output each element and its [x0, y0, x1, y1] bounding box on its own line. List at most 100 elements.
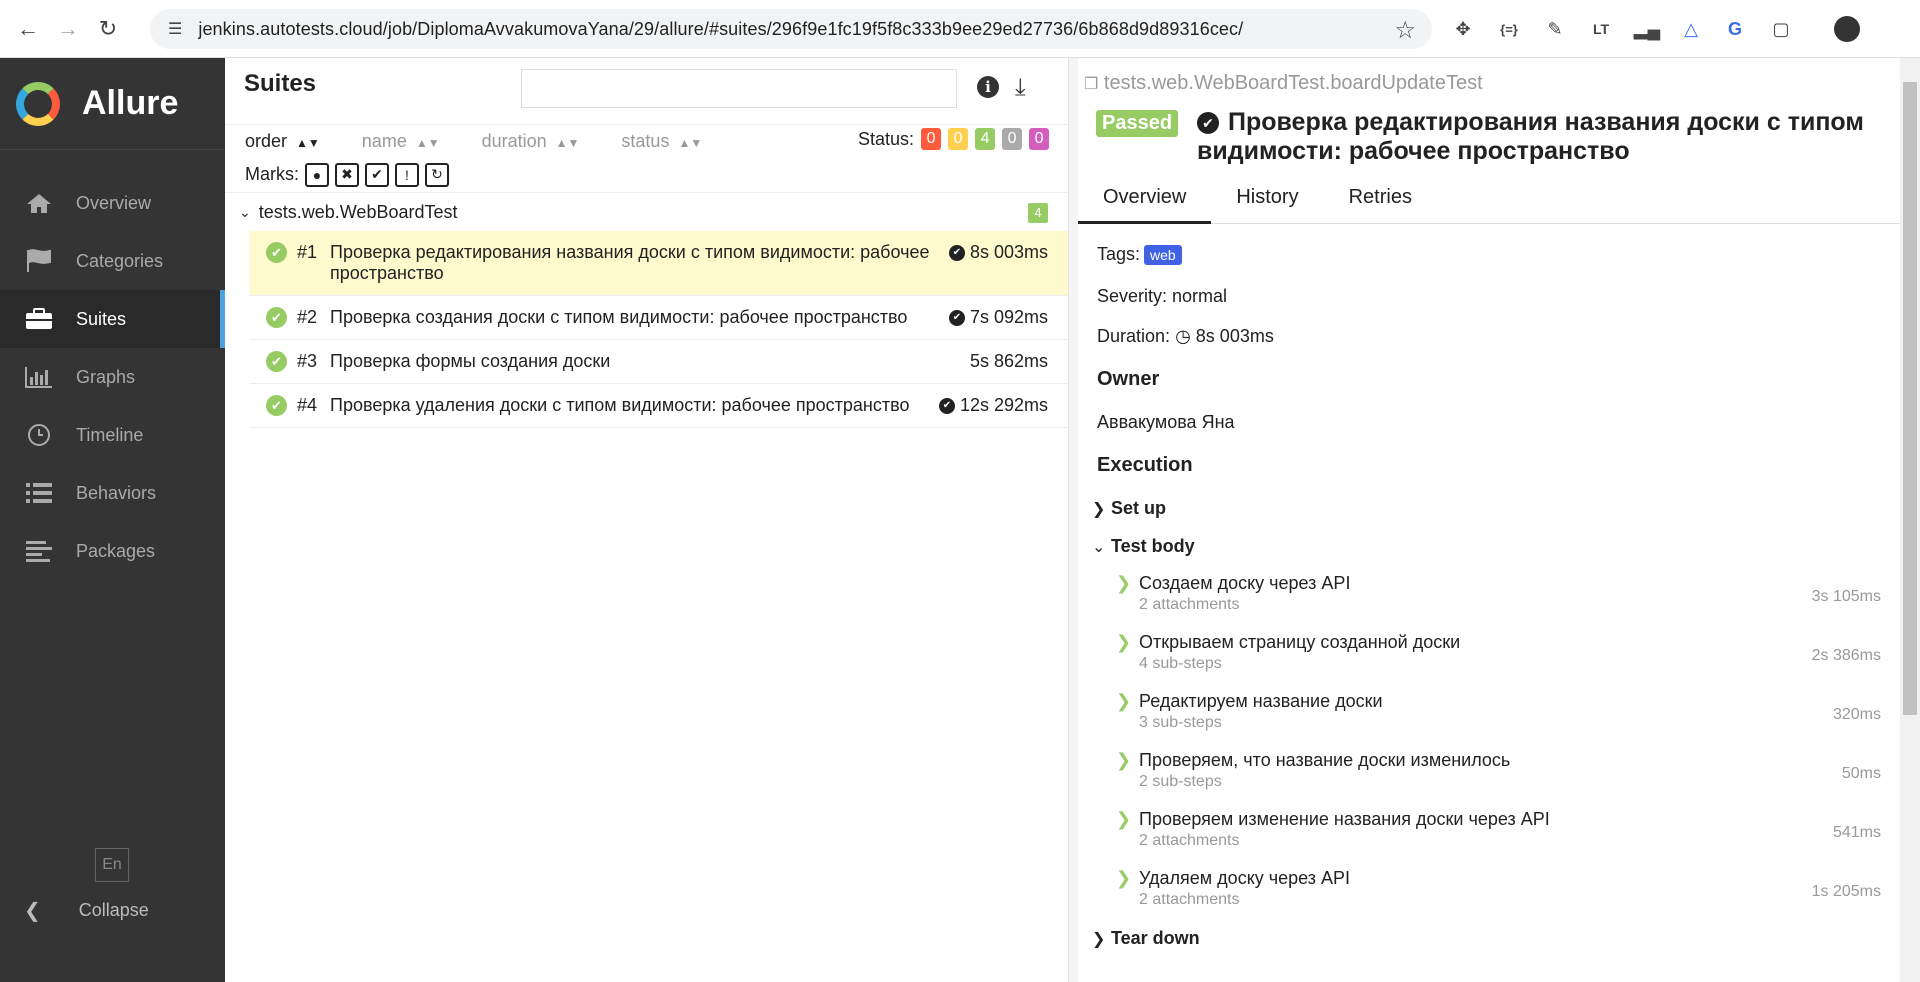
new-passed-icon[interactable]: ✔	[365, 162, 389, 187]
pane-resize-handle[interactable]	[1068, 58, 1078, 982]
url-text[interactable]: jenkins.autotests.cloud/job/DiplomaAvvak…	[198, 19, 1243, 40]
test-number: #2	[297, 307, 318, 327]
test-name: Проверка удаления доски с типом видимост…	[330, 395, 910, 415]
forward-button[interactable]: →	[48, 9, 88, 49]
test-full-name-text: tests.web.WebBoardTest.boardUpdateTest	[1103, 72, 1483, 94]
chevron-right-icon: ❯	[1092, 930, 1106, 948]
teardown-section[interactable]: ❯ Tear down	[1092, 928, 1200, 949]
setup-section[interactable]: ❯ Set up	[1092, 498, 1166, 519]
passed-status-icon: ✔	[266, 351, 287, 372]
suites-header: Suites i ⤓	[225, 58, 1068, 124]
sidebar-item-behaviors[interactable]: Behaviors	[0, 464, 225, 522]
step-name: Проверяем, что название доски изменилось	[1139, 750, 1511, 770]
copy-icon[interactable]: ❐	[1084, 76, 1098, 93]
brand-logo[interactable]: Allure	[0, 58, 225, 150]
sidebar-item-label: Timeline	[76, 424, 144, 445]
status-skipped-badge[interactable]: 0	[1002, 128, 1023, 150]
sidebar-item-packages[interactable]: Packages	[0, 522, 225, 580]
download-icon[interactable]: ⤓	[1015, 74, 1026, 102]
back-button[interactable]: ←	[8, 9, 48, 49]
step-item[interactable]: ❯ Редактируем название доски 3 sub-steps …	[1116, 691, 1881, 732]
sidebar-item-overview[interactable]: Overview	[0, 174, 225, 232]
status-failed-badge[interactable]: 0	[921, 128, 942, 150]
step-item[interactable]: ❯ Проверяем, что название доски изменилос…	[1116, 750, 1881, 791]
suites-pane: Suites i ⤓ order ▲▼ name ▲▼ duration ▲▼ sta…	[225, 58, 1068, 982]
address-bar[interactable]: ☰ jenkins.autotests.cloud/job/DiplomaAvv…	[150, 9, 1432, 49]
step-name: Открываем страницу созданной доски	[1139, 632, 1461, 652]
sidebar-item-timeline[interactable]: Timeline	[0, 406, 225, 464]
sidebar-item-graphs[interactable]: Graphs	[0, 348, 225, 406]
chevron-right-icon: ❯	[1116, 573, 1132, 593]
scrollbar-thumb[interactable]	[1903, 82, 1917, 715]
test-title: Проверка редактирования названия доски с…	[1197, 108, 1864, 165]
sort-order[interactable]: order ▲▼	[245, 131, 320, 152]
step-duration: 3s 105ms	[1811, 588, 1881, 605]
suite-group[interactable]: ⌄ tests.web.WebBoardTest 4	[225, 193, 1068, 231]
info-icon[interactable]: i	[977, 76, 999, 98]
sort-name[interactable]: name ▲▼	[362, 131, 440, 152]
warning-extension-icon[interactable]: △	[1674, 12, 1708, 46]
test-row[interactable]: ✔ #2 Проверка создания доски с типом вид…	[250, 296, 1068, 340]
bar-chart-icon	[24, 366, 54, 388]
align-left-icon	[24, 540, 54, 562]
step-name: Создаем доску через API	[1139, 573, 1351, 593]
step-item[interactable]: ❯ Проверяем изменение названия доски чере…	[1116, 809, 1881, 850]
json-extension-icon[interactable]: {=}	[1492, 12, 1526, 46]
new-broken-icon[interactable]: !	[395, 162, 419, 187]
sidebar-item-suites[interactable]: Suites	[0, 290, 225, 348]
avatar[interactable]	[1830, 12, 1864, 46]
sort-duration[interactable]: duration ▲▼	[482, 131, 580, 152]
marks-label: Marks:	[245, 164, 299, 184]
duration-text: 12s 292ms	[959, 395, 1048, 415]
sidebar-item-categories[interactable]: Categories	[0, 232, 225, 290]
status-broken-badge[interactable]: 0	[948, 128, 969, 150]
chevron-down-icon: ⌄	[1092, 538, 1106, 556]
retries-icon[interactable]: ↻	[425, 162, 449, 187]
step-name: Редактируем название доски	[1139, 691, 1383, 711]
step-sub: 2 attachments	[1139, 832, 1240, 849]
sort-status[interactable]: status ▲▼	[621, 131, 702, 152]
signal-extension-icon[interactable]: ▂▄	[1630, 12, 1664, 46]
move-extension-icon[interactable]: ✥	[1446, 12, 1480, 46]
eyedropper-extension-icon[interactable]: ✎	[1538, 12, 1572, 46]
site-info-icon[interactable]: ☰	[168, 19, 182, 39]
tab-overview[interactable]: Overview	[1078, 178, 1212, 224]
step-item[interactable]: ❯ Создаем доску через API 2 attachments 3…	[1116, 573, 1881, 614]
test-full-name: ❐ tests.web.WebBoardTest.boardUpdateTest	[1084, 72, 1483, 95]
test-number: #1	[297, 242, 318, 262]
tab-history[interactable]: History	[1211, 178, 1323, 224]
step-sub: 2 attachments	[1139, 891, 1240, 908]
duration-text: 8s 003ms	[969, 242, 1048, 262]
collapse-button[interactable]: ❮ Collapse	[24, 898, 149, 923]
translate-extension-icon[interactable]: G	[1718, 12, 1752, 46]
step-sub: 3 sub-steps	[1139, 714, 1222, 731]
step-sub: 2 attachments	[1139, 596, 1240, 613]
status-passed-badge[interactable]: 4	[975, 128, 996, 150]
chevron-left-icon: ❮	[24, 900, 41, 922]
test-row[interactable]: ✔ #3 Проверка формы создания доски 5s 86…	[250, 340, 1068, 384]
tab-retries[interactable]: Retries	[1324, 178, 1437, 224]
languagetool-extension-icon[interactable]: LT	[1584, 12, 1618, 46]
search-input[interactable]	[521, 69, 957, 108]
chevron-right-icon: ❯	[1116, 750, 1132, 770]
test-row[interactable]: ✔ #1 Проверка редактирования названия до…	[250, 231, 1068, 296]
home-icon	[24, 192, 54, 214]
test-body-section[interactable]: ⌄ Test body	[1092, 536, 1195, 557]
step-item[interactable]: ❯ Открываем страницу созданной доски 4 su…	[1116, 632, 1881, 673]
tag-badge[interactable]: web	[1144, 245, 1182, 265]
language-switch[interactable]: En	[95, 848, 129, 882]
chevron-right-icon: ❯	[1116, 809, 1132, 829]
severity-row: Severity: normal	[1097, 286, 1228, 306]
flaky-bomb-icon[interactable]: ●	[305, 162, 329, 187]
new-failed-icon[interactable]: ✖	[335, 162, 359, 187]
sidebar-item-label: Suites	[76, 308, 127, 329]
sort-arrows-icon: ▲▼	[415, 135, 440, 150]
step-item[interactable]: ❯ Удаляем доску через API 2 attachments 1…	[1116, 868, 1881, 909]
sort-status-label: status	[621, 130, 670, 151]
reload-button[interactable]: ↻	[88, 9, 128, 49]
bookmark-star-icon[interactable]: ☆	[1394, 16, 1416, 45]
status-unknown-badge[interactable]: 0	[1029, 128, 1050, 150]
owner-value: Аввакумова Яна	[1097, 412, 1235, 432]
test-row[interactable]: ✔ #4 Проверка удаления доски с типом вид…	[250, 384, 1068, 428]
puzzle-extensions-icon[interactable]: ▢	[1764, 12, 1798, 46]
